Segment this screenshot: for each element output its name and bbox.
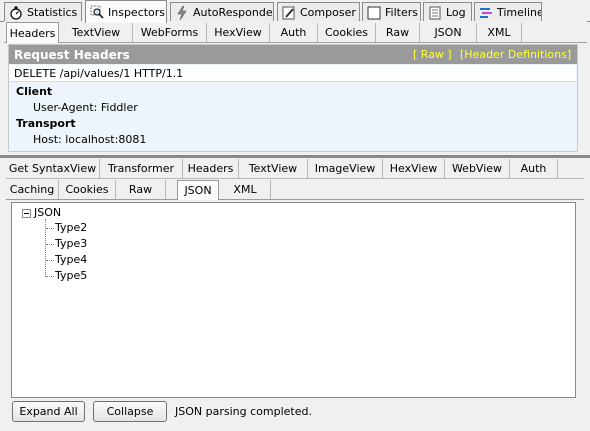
resp-tab-get-syntaxview[interactable]: Get SyntaxView (6, 159, 100, 178)
tab-label: JSON (434, 26, 462, 39)
raw-link[interactable]: [ Raw ] (413, 45, 452, 64)
tab-label: Timeline (497, 6, 542, 19)
header-host: Host: localhost:8081 (33, 133, 147, 146)
tab-label: XML (487, 26, 511, 39)
header-user-agent: User-Agent: Fiddler (33, 101, 138, 114)
tab-label: Headers (187, 162, 234, 175)
response-tab-strip-row1: Get SyntaxView Transformer Headers TextV… (6, 158, 584, 179)
tab-label: Inspectors (108, 5, 166, 19)
tab-label: JSON (184, 184, 212, 197)
tab-log[interactable]: Log (423, 2, 472, 22)
tab-label: Get SyntaxView (8, 162, 97, 175)
header-group-client: Client (16, 85, 53, 98)
req-tab-cookies[interactable]: Cookies (318, 23, 376, 42)
tree-connector-line (46, 260, 54, 261)
tab-label: Headers (9, 26, 56, 40)
tab-autoresponder[interactable]: AutoResponder (170, 2, 274, 22)
tree-connector-line (46, 228, 54, 229)
resp-tab-cookies[interactable]: Cookies (59, 180, 116, 199)
expand-all-button[interactable]: Expand All (12, 401, 85, 422)
tab-label: HexView (389, 162, 438, 175)
tab-label: XML (233, 183, 257, 196)
resp-tab-json[interactable]: JSON (177, 180, 219, 200)
header-definitions-link[interactable]: [Header Definitions] (460, 45, 571, 64)
tab-label: TextView (248, 162, 298, 175)
tab-label: Composer (300, 6, 356, 19)
checkbox-icon (367, 6, 381, 20)
collapse-button[interactable]: Collapse (93, 401, 167, 422)
tree-node-type3[interactable]: Type3 (55, 237, 87, 250)
header-group-transport: Transport (16, 117, 76, 130)
req-tab-headers[interactable]: Headers (6, 22, 59, 43)
json-tree-view[interactable]: JSON Type2 Type3 Type4 Type5 (11, 202, 576, 398)
tab-statistics[interactable]: Statistics (4, 2, 82, 22)
tab-label: Raw (385, 26, 410, 39)
tree-connector-line (46, 276, 54, 277)
tree-node-json-root[interactable]: JSON (34, 206, 61, 219)
tab-label: Statistics (27, 6, 78, 19)
tab-label: Raw (128, 183, 153, 196)
tree-connector-line (46, 244, 54, 245)
tab-label: Cookies (324, 26, 369, 39)
tab-label: Filters (385, 6, 418, 19)
tab-label: HexView (214, 26, 262, 39)
request-headers-panel: Request Headers [ Raw ] [Header Definiti… (8, 44, 578, 152)
magnifier-icon (90, 5, 104, 19)
stopwatch-icon (9, 6, 23, 20)
tab-label: WebView (451, 162, 503, 175)
pencil-icon (282, 6, 296, 20)
req-tab-raw[interactable]: Raw (376, 23, 420, 42)
tab-label: Auth (520, 162, 547, 175)
main-tab-strip: Statistics Inspectors AutoResponder Comp… (0, 0, 590, 23)
tab-label: Cookies (65, 183, 109, 196)
request-tab-strip: Headers TextView WebForms HexView Auth C… (4, 21, 587, 43)
req-tab-auth[interactable]: Auth (270, 23, 318, 42)
req-tab-hexview[interactable]: HexView (207, 23, 270, 42)
tab-label: Caching (9, 183, 55, 196)
tab-label: AutoResponder (193, 6, 274, 19)
req-tab-json[interactable]: JSON (420, 23, 477, 42)
tab-timeline[interactable]: Timeline (474, 2, 542, 22)
tab-inspectors[interactable]: Inspectors (85, 0, 167, 23)
tab-label: Transformer (107, 162, 174, 175)
req-tab-textview[interactable]: TextView (60, 23, 133, 42)
tab-label: TextView (71, 26, 121, 39)
response-tab-strip-row2: Caching Cookies Raw JSON XML (6, 179, 584, 200)
tab-label: Log (446, 6, 466, 19)
resp-tab-xml[interactable]: XML (220, 180, 271, 199)
req-tab-webforms[interactable]: WebForms (133, 23, 207, 42)
status-text: JSON parsing completed. (175, 405, 312, 418)
resp-tab-textview[interactable]: TextView (239, 159, 308, 178)
lightning-icon (175, 5, 189, 20)
resp-tab-webview[interactable]: WebView (445, 159, 510, 178)
collapse-toggle-icon[interactable] (22, 209, 31, 218)
tab-label: Auth (280, 26, 307, 39)
tab-label: WebForms (140, 26, 199, 39)
tab-label: ImageView (314, 162, 376, 175)
resp-tab-headers[interactable]: Headers (183, 159, 239, 178)
resp-tab-transformer[interactable]: Transformer (100, 159, 183, 178)
resp-tab-auth[interactable]: Auth (510, 159, 558, 178)
resp-tab-imageview[interactable]: ImageView (308, 159, 383, 178)
resp-tab-caching[interactable]: Caching (6, 180, 59, 199)
tab-filters[interactable]: Filters (362, 2, 421, 22)
log-icon (428, 6, 442, 20)
request-line: DELETE /api/values/1 HTTP/1.1 (10, 65, 576, 82)
resp-tab-raw[interactable]: Raw (116, 180, 166, 199)
timeline-icon (479, 6, 493, 20)
req-tab-xml[interactable]: XML (477, 23, 522, 42)
tab-composer[interactable]: Composer (277, 2, 360, 22)
tree-node-type5[interactable]: Type5 (55, 269, 87, 282)
tree-node-type4[interactable]: Type4 (55, 253, 87, 266)
tree-node-type2[interactable]: Type2 (55, 221, 87, 234)
resp-tab-hexview[interactable]: HexView (383, 159, 445, 178)
